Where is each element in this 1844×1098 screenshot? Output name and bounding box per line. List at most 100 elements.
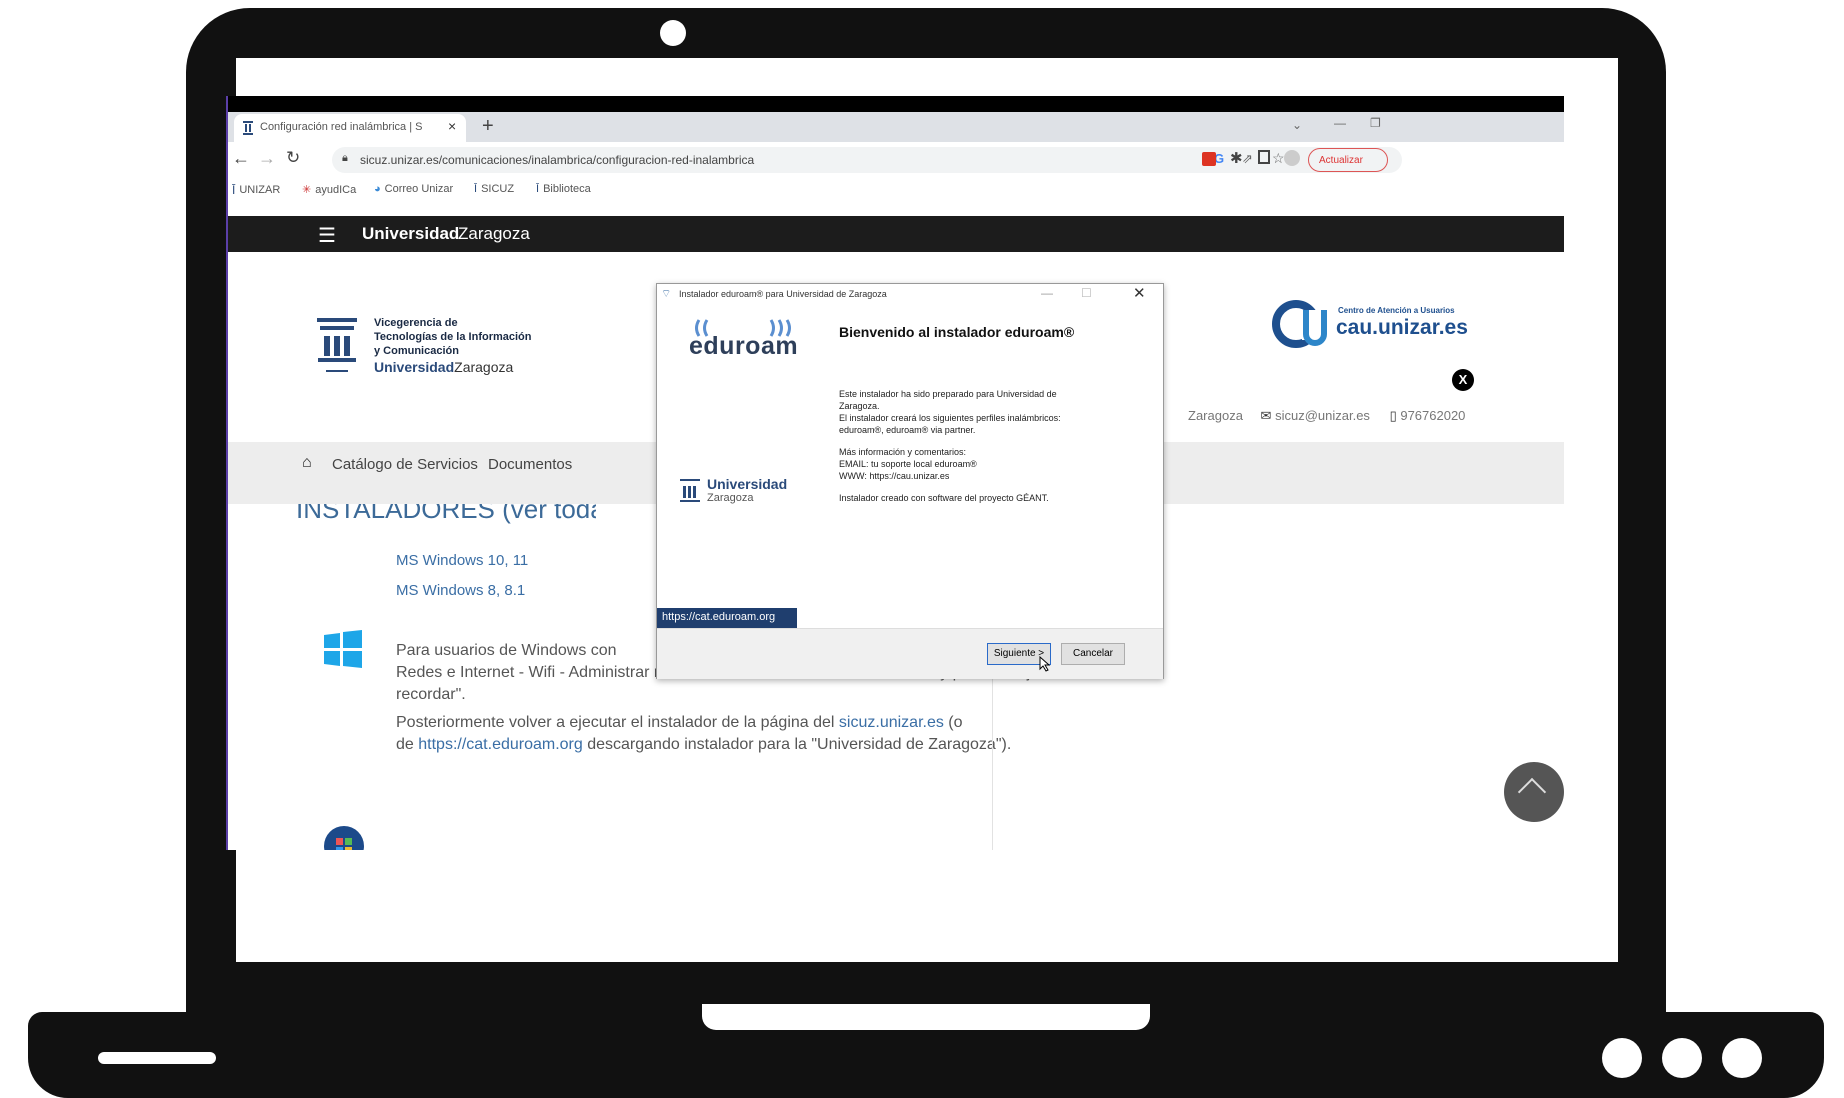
laptop-base-bar [98,1052,216,1064]
org-name: Vicegerencia de Tecnologías de la Inform… [374,316,532,374]
mail-icon: ✉ [1260,408,1272,423]
pdf-extension-icon[interactable] [1202,152,1216,166]
reload-icon[interactable]: ↻ [286,148,300,168]
cat-link: https://cat.eduroam.org [662,611,776,623]
puzzle-extensions-icon[interactable]: ✱ [1230,149,1243,167]
cau-logo-icon [1272,300,1332,348]
biblioteca-icon: Ī [536,183,540,195]
x-social-icon[interactable]: X [1452,369,1474,391]
dialog-footer: Siguiente > Cancelar [657,628,1163,679]
dialog-title: Instalador eduroam® para Universidad de … [679,289,887,299]
menu-icon[interactable]: ☰ [318,223,336,248]
contact-bar: Zaragoza ✉ sicuz@unizar.es ▯ 976762020 [1188,408,1465,424]
dialog-body-line: Este instalador ha sido preparado para U… [839,389,1057,411]
section-heading-clip: INSTALADORES (ver todas [296,504,596,528]
bookmark-label: ayudICa [315,183,357,196]
paragraph-text: descargando instalador para la "Universi… [582,736,1012,753]
bookmark-biblioteca[interactable]: Ī Biblioteca [536,183,591,195]
lock-icon: 🔒︎ [342,152,348,164]
dialog-titlebar: ⌔ Instalador eduroam® para Universidad d… [657,284,1163,306]
tab-bar: Configuración red inalámbrica | S × + ⌄ … [228,112,1564,142]
forward-icon[interactable]: → [258,148,276,169]
windows-logo-icon [324,630,362,668]
ayudica-icon: ✳ [302,184,312,196]
brand-bold: Universidad [362,224,460,243]
contact-email[interactable]: sicuz@unizar.es [1275,408,1370,423]
window-top-bar [228,96,1564,112]
unizar-icon: Ī [232,183,236,197]
dialog-body-line: Instalador creado con software del proye… [839,493,1049,503]
installer-link-win8[interactable]: MS Windows 8, 8.1 [396,582,525,599]
bookmark-label: SICUZ [481,183,515,195]
sicuz-link[interactable]: sicuz.unizar.es [839,714,944,731]
org-line: Tecnologías de la Información [374,331,532,343]
paragraph-line: recordar". [396,686,466,703]
star-icon[interactable]: ☆ [1272,150,1285,167]
nav-item[interactable]: Catálogo de Servicios [332,456,478,473]
org-brand-rest: Zaragoza [454,359,514,375]
contact-phone[interactable]: 976762020 [1400,408,1465,423]
laptop-dot [1662,1038,1702,1078]
cau-big: cau.unizar.es [1336,316,1468,339]
contact-city: Zaragoza [1188,408,1243,423]
eduroam-app-icon: ⌔ [661,288,672,300]
address-bar: ← → ↻ 🔒︎ sicuz.unizar.es/comunicaciones/… [228,142,1564,178]
paragraph-text: de [396,736,419,753]
home-icon[interactable]: ⌂ [302,454,312,472]
dialog-body-line: Más información y comentarios: [839,447,967,457]
dialog-body-line: EMAIL: tu soporte local eduroam® [839,459,977,469]
installer-link-win10[interactable]: MS Windows 10, 11 [396,552,528,569]
followup-paragraph: Posteriormente volver a ejecutar el inst… [396,712,1016,756]
cancel-button[interactable]: Cancelar [1061,643,1125,665]
webcam-dot [660,20,686,46]
dialog-uni-rest: Zaragoza [707,492,754,504]
sidepanel-icon[interactable] [1258,150,1270,164]
minimize-icon[interactable]: — [1334,116,1346,130]
org-logo[interactable] [314,316,360,387]
dialog-body-line: WWW: https://cau.unizar.es [839,471,950,481]
installer-dialog: ⌔ Instalador eduroam® para Universidad d… [656,283,1164,679]
bookmark-sicuz[interactable]: Ī SICUZ [474,183,514,195]
dialog-maximize-icon[interactable]: ☐ [1081,286,1092,300]
browser-tab[interactable]: Configuración red inalámbrica | S × [234,114,466,142]
laptop-notch [702,1004,1150,1030]
dialog-body: Este instalador ha sido preparado para U… [839,388,1089,504]
nav-item[interactable]: Documentos [488,456,572,473]
sicuz-icon: Ī [474,183,478,195]
brand-rest: Zaragoza [458,224,530,243]
update-button[interactable]: Actualizar [1308,148,1388,172]
tab-title: Configuración red inalámbrica | S [260,121,423,133]
bookmark-label: UNIZAR [239,184,281,196]
cau-logo[interactable]: Centro de Atención a Usuarios cau.unizar… [1272,298,1492,354]
share-icon[interactable]: ⇗ [1242,151,1253,167]
back-icon[interactable]: ← [232,148,250,169]
dialog-body-line: El instalador creará los siguientes perf… [839,413,1061,435]
tab-search-icon[interactable]: ⌄ [1292,118,1302,132]
bookmark-unizar[interactable]: Ī UNIZAR [232,183,280,197]
cat-eduroam-link[interactable]: https://cat.eduroam.org [418,736,583,753]
laptop-dot [1602,1038,1642,1078]
org-line: y Comunicación [374,345,459,357]
profile-avatar-icon[interactable] [1284,150,1300,166]
restore-icon[interactable]: ❐ [1370,116,1381,130]
eduroam-wordmark: eduroam [689,332,799,360]
bookmark-ayudica[interactable]: ✳ ayudICa [302,183,357,197]
unizar-crest-icon [317,318,357,372]
unizar-favicon-icon [243,121,253,135]
bookmark-label: Biblioteca [543,183,591,195]
section-heading: INSTALADORES (ver todas [296,504,596,524]
phone-icon: ▯ [1389,408,1397,423]
cau-small: Centro de Atención a Usuarios [1338,306,1455,315]
dialog-close-icon[interactable]: ✕ [1133,284,1146,302]
scroll-top-button[interactable] [1504,762,1564,822]
dialog-uni-logo: Universidad Zaragoza [679,474,819,514]
correo-icon: ◕ [374,183,381,195]
dialog-uni-bold: Universidad [707,476,788,492]
cat-link-bar[interactable]: https://cat.eduroam.org [657,608,797,628]
org-line: Vicegerencia de [374,317,458,329]
tab-close-icon[interactable]: × [448,118,456,134]
uni-crest-icon [680,479,700,502]
dialog-minimize-icon[interactable]: — [1041,286,1053,300]
new-tab-button[interactable]: + [482,115,494,138]
bookmark-correo[interactable]: ◕ Correo Unizar [374,183,453,195]
